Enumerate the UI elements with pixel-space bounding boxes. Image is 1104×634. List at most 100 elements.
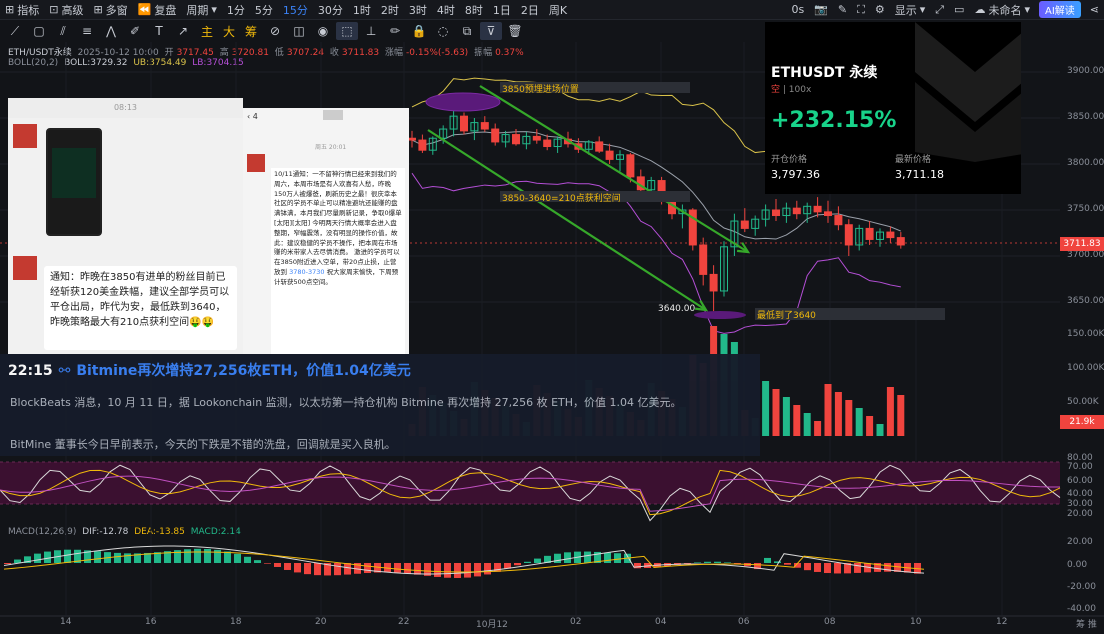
price_axis-label: 3900.00: [1067, 66, 1104, 76]
volume-bar: [845, 400, 853, 436]
trading-app: { "topbar": { "indicator_label": "指标", "…: [0, 0, 1104, 634]
macd-bar: [464, 563, 471, 578]
candle-body: [834, 215, 843, 226]
candle-body: [792, 207, 801, 215]
candle-body: [460, 115, 468, 132]
macd-bar: [454, 563, 461, 579]
rsi-band: [0, 462, 1060, 504]
rsi_axis-label: 40.00: [1067, 489, 1093, 499]
volume-bar: [772, 389, 780, 436]
card-open-label: 开仓价格: [771, 155, 808, 165]
macd-bar: [764, 557, 771, 563]
macd-bar: [774, 561, 781, 563]
date-axis-label: 16: [145, 617, 157, 627]
low-ellipse: [694, 311, 746, 319]
candle-body: [626, 154, 635, 178]
macd-bar: [234, 553, 241, 563]
news-line-2: BitMine 董事长今日早前表示，今天的下跌是不错的洗盘，回调就是买入良机。: [10, 438, 396, 451]
candle-body: [543, 139, 552, 148]
macd-bar: [584, 551, 591, 563]
chat-message: 10/11通知：一不留神行情已经来到我们的周六，本周市场是有人欢喜有人愁，昨晚1…: [271, 168, 405, 354]
candle-body: [595, 141, 604, 152]
news-headline[interactable]: 22:15 ⚯ Bitmine再次增持27,256枚ETH，价值1.04亿美元: [8, 360, 411, 380]
candle-body: [824, 211, 832, 217]
card-symbol: ETHUSDT 永续: [771, 65, 878, 81]
macd-bar: [564, 552, 571, 563]
back-count: ‹ 4: [247, 112, 258, 121]
date-axis-label: 08: [824, 617, 836, 627]
chat-screenshot-left: 08:13 通知：昨晚在3850有进单的粉丝目前已经斩获120美金跌幅，建议全部…: [8, 98, 243, 354]
volume-bar: [866, 416, 874, 436]
macd-bar: [534, 558, 541, 563]
macd-bar: [344, 563, 351, 575]
annotation-entry: 3850预埋进场位置: [500, 82, 690, 95]
candle-body: [408, 137, 416, 141]
chat-time: 08:13: [8, 98, 243, 118]
candle-body: [886, 231, 895, 239]
macd-bar: [724, 562, 731, 563]
candle-body: [709, 273, 718, 292]
macd-bar: [814, 563, 821, 572]
macd-bar: [414, 563, 421, 575]
candle-body: [480, 122, 489, 130]
macd-bar: [404, 563, 411, 574]
avatar: [13, 256, 37, 280]
card-side: 空 | 100x: [771, 85, 812, 95]
volume-bar: [793, 405, 801, 436]
price_axis-label: 3850.00: [1067, 112, 1104, 122]
trend-arrow-lower: [427, 129, 707, 311]
volume-bar: [897, 395, 905, 436]
candle-body: [865, 227, 874, 240]
price_axis-label: 3750.00: [1067, 204, 1104, 214]
volume-bar: [855, 408, 863, 436]
chat-date: 周五 20:01: [315, 144, 347, 151]
card-last-label: 最新价格: [895, 155, 932, 165]
card-pnl: +232.15%: [771, 108, 897, 133]
volume-bar: [876, 424, 884, 436]
macd-bar: [274, 563, 281, 567]
macd-bar: [294, 563, 301, 573]
macd-bar: [804, 563, 811, 571]
chat-message: 通知：昨晚在3850有进单的粉丝目前已经斩获120美金跌幅，建议全部学员可以平仓…: [44, 266, 237, 350]
avatar: [247, 154, 265, 172]
date-axis-label: 06: [738, 617, 750, 627]
macd-bar: [474, 563, 481, 577]
macd-bar: [244, 556, 251, 563]
macd_axis-label: 20.00: [1067, 537, 1093, 547]
macd-bar: [714, 561, 721, 563]
macd-bar: [4, 563, 11, 564]
macd-bar: [494, 563, 501, 572]
macd-bar: [614, 553, 621, 563]
volume_axis-label: 150.00K: [1067, 329, 1104, 339]
volume-bar: [782, 397, 790, 436]
macd_axis-label: -40.00: [1067, 604, 1097, 614]
rsi_axis-label: 70.00: [1067, 462, 1093, 472]
date-axis-label: 10: [910, 617, 922, 627]
rsi_axis-label: 20.00: [1067, 509, 1093, 519]
macd-bar: [254, 560, 261, 563]
macd-bar: [514, 563, 521, 566]
candle-body: [813, 205, 822, 213]
news-panel: 22:15 ⚯ Bitmine再次增持27,256枚ETH，价值1.04亿美元 Bl…: [0, 354, 760, 456]
candle-body: [418, 139, 427, 151]
macd-bar: [684, 563, 691, 564]
contact-name: [323, 110, 343, 120]
chat-screenshot-right: ‹ 4 周五 20:01 10/11通知：一不留神行情已经来到我们的周六，本周市…: [243, 108, 409, 354]
volume-bar: [803, 413, 811, 436]
phone-image: [46, 128, 102, 236]
macd-bar: [284, 563, 291, 570]
price_axis-label: 3700.00: [1067, 250, 1104, 260]
volume_axis-label: 100.00K: [1067, 363, 1104, 373]
annotation-profit: 3850-3640=210点获利空间: [500, 191, 690, 204]
macd-bar: [824, 563, 831, 574]
link-icon: ⚯: [58, 363, 71, 379]
date-axis-label: 14: [60, 617, 72, 627]
rsi_axis-label: 30.00: [1067, 499, 1093, 509]
annotation-lowest: 最低到了3640: [755, 308, 945, 321]
candle-body: [772, 209, 780, 217]
candle-body: [605, 150, 614, 160]
volume-tag: 21.9k: [1060, 415, 1104, 429]
macd-bar: [694, 562, 701, 563]
avatar: [13, 124, 37, 148]
price_axis-label: 3800.00: [1067, 158, 1104, 168]
